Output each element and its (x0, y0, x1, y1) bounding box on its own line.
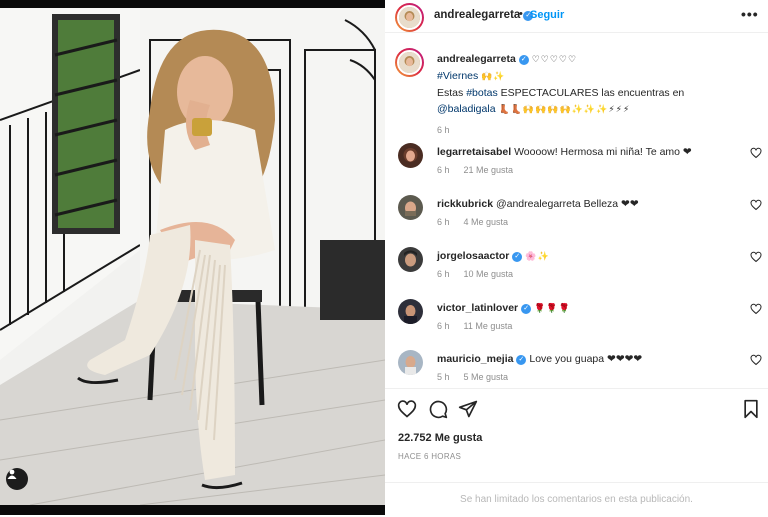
caption-avatar-image (399, 52, 420, 73)
comment-item: jorgelosaactor ✓ 🌸✨ 6 h 10 Me gusta (385, 247, 768, 299)
user-tag-glyph (7, 469, 17, 479)
caption-emojis-2: 🙌✨ (481, 72, 506, 82)
comment-meta: 5 h 5 Me gusta (437, 372, 508, 382)
comments-limited-notice: Se han limitado los comentarios en esta … (385, 482, 768, 516)
comment-username[interactable]: mauricio_mejia (437, 353, 513, 365)
comment-likes[interactable]: 11 Me gusta (464, 321, 513, 331)
post-caption: andrealegarreta ✓ ♡♡♡♡♡ #Viernes 🙌✨ Estas… (437, 51, 757, 138)
comment-likes[interactable]: 4 Me gusta (464, 217, 509, 227)
comment-avatar[interactable] (398, 299, 423, 324)
share-icon[interactable] (458, 399, 478, 419)
comment-username[interactable]: jorgelosaactor (437, 250, 509, 262)
comment-meta: 6 h 11 Me gusta (437, 321, 512, 331)
comment-avatar[interactable] (398, 195, 423, 220)
comment-body: Love you guapa ❤❤❤❤ (529, 353, 643, 365)
comment-likes[interactable]: 5 Me gusta (464, 372, 509, 382)
mention-baladigala[interactable]: @baladigala (437, 103, 496, 115)
comment-verified-icon: ✓ (521, 304, 532, 314)
comment-avatar[interactable] (398, 247, 423, 272)
likes-count[interactable]: 22.752 Me gusta (398, 432, 482, 444)
comment-time: 6 h (437, 165, 450, 175)
post-header: andrealegarreta ✓ • Seguir ••• (385, 0, 768, 33)
comment-heart-icon[interactable] (750, 199, 762, 211)
hashtag-botas[interactable]: #botas (466, 87, 498, 99)
comment-item: mauricio_mejia ✓ Love you guapa ❤❤❤❤ 5 h5… (385, 350, 768, 388)
comment-body: @andrealegarreta Belleza ❤❤ (495, 198, 639, 210)
comment-text: rickkubrick @andrealegarreta Belleza ❤❤ (437, 197, 737, 211)
comment-meta: 6 h 10 Me gusta (437, 269, 513, 279)
comment-heart-icon[interactable] (750, 147, 762, 159)
caption-time: 6 h (437, 125, 450, 135)
comment-likes[interactable]: 10 Me gusta (464, 269, 514, 279)
comment-username[interactable]: rickkubrick (437, 198, 493, 210)
comment-verified-icon: ✓ (516, 355, 527, 365)
caption-emojis-3: 👢👢🙌🙌🙌🙌✨✨✨⚡⚡⚡ (498, 105, 631, 115)
caption-username[interactable]: andrealegarreta (437, 53, 516, 65)
comment-avatar-image (404, 305, 417, 324)
comment-item: rickkubrick @andrealegarreta Belleza ❤❤ … (385, 195, 768, 247)
comment-body: 🌸✨ (525, 252, 550, 262)
caption-text-start: Estas (437, 87, 467, 99)
comment-item: legarretaisabel Woooow! Hermosa mi niña!… (385, 143, 768, 195)
comment-avatar-image (405, 356, 416, 375)
comments-section[interactable]: andrealegarreta ✓ ♡♡♡♡♡ #Viernes 🙌✨ Estas… (385, 34, 768, 388)
comment-text: mauricio_mejia ✓ Love you guapa ❤❤❤❤ (437, 352, 737, 366)
header-separator: • (519, 8, 523, 20)
comment-avatar[interactable] (398, 143, 423, 168)
hashtag-viernes[interactable]: #Viernes (437, 70, 478, 82)
comment-verified-icon: ✓ (512, 252, 523, 262)
comment-avatar-image (404, 250, 417, 267)
comment-meta: 6 h 21 Me gusta (437, 165, 513, 175)
comment-username[interactable]: legarretaisabel (437, 146, 511, 158)
comment-likes[interactable]: 21 Me gusta (464, 165, 514, 175)
post-photo[interactable] (0, 0, 385, 515)
comment-time: 6 h (437, 217, 450, 227)
caption-emojis-1: ♡♡♡♡♡ (531, 55, 578, 65)
comment-text: jorgelosaactor ✓ 🌸✨ (437, 249, 737, 264)
comment-heart-icon[interactable] (750, 354, 762, 366)
post-actions: 22.752 Me gusta HACE 6 HORAS Se han limi… (385, 388, 768, 515)
comment-body: Woooow! Hermosa mi niña! Te amo ❤ (514, 146, 692, 158)
post-sidebar: andrealegarreta ✓ • Seguir ••• andrealega… (385, 0, 768, 515)
heart-icon[interactable] (397, 399, 417, 419)
user-tag-icon[interactable] (6, 468, 28, 490)
photo-illustration (0, 0, 385, 515)
comment-heart-icon[interactable] (750, 251, 762, 263)
comment-avatar-image (403, 148, 418, 162)
more-icon[interactable]: ••• (741, 6, 759, 22)
comment-icon[interactable] (428, 399, 448, 419)
comment-body: 🌹🌹🌹 (534, 304, 571, 314)
comment-heart-icon[interactable] (750, 303, 762, 315)
caption-avatar[interactable] (397, 50, 422, 75)
comment-time: 6 h (437, 269, 450, 279)
post-date[interactable]: HACE 6 HORAS (398, 452, 461, 461)
follow-button[interactable]: Seguir (530, 9, 564, 21)
comment-time: 5 h (437, 372, 450, 382)
bookmark-icon[interactable] (741, 399, 761, 419)
comment-avatar-image (405, 201, 416, 216)
avatar-image (399, 7, 420, 28)
post-viewer: andrealegarreta ✓ • Seguir ••• andrealega… (0, 0, 768, 515)
comment-text: victor_latinlover ✓ 🌹🌹🌹 (437, 301, 737, 316)
caption-verified-icon: ✓ (518, 55, 529, 65)
comment-time: 6 h (437, 321, 450, 331)
caption-text-rest: ESPECTACULARES las encuentras en (497, 87, 685, 99)
comment-avatar[interactable] (398, 350, 423, 375)
avatar[interactable] (397, 5, 422, 30)
comment-username[interactable]: victor_latinlover (437, 302, 518, 314)
comment-meta: 6 h 4 Me gusta (437, 217, 508, 227)
comment-item: victor_latinlover ✓ 🌹🌹🌹 6 h 11 Me gusta (385, 299, 768, 351)
comment-text: legarretaisabel Woooow! Hermosa mi niña!… (437, 145, 737, 159)
